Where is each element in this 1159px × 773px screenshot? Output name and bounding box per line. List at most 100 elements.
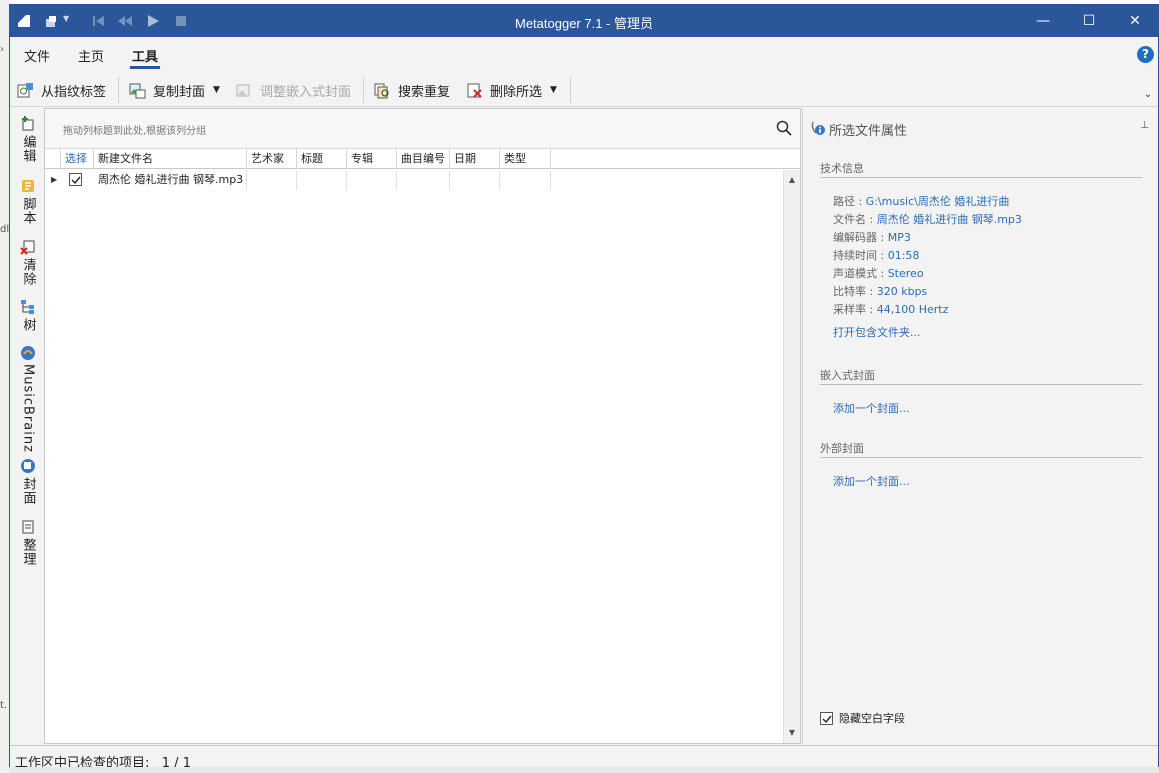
open-containing-folder-link[interactable]: 打开包含文件夹... — [833, 324, 921, 340]
side-tab-script[interactable]: 脚本 — [17, 178, 39, 225]
tag-from-fingerprint-label: 从指纹标签 — [41, 84, 107, 100]
column-header-track-number[interactable]: 曲目编号 — [397, 149, 450, 169]
organize-icon — [22, 520, 34, 534]
window-title: Metatogger 7.1 - 管理员 — [515, 16, 653, 31]
background-window-edge — [9, 767, 1159, 773]
prop-path-value: G:\music\周杰伦 婚礼进行曲 — [865, 195, 1010, 208]
cell-title — [297, 170, 347, 190]
side-tab-organize[interactable]: 整理 — [17, 519, 39, 566]
background-glyph: dl — [0, 224, 10, 235]
collapse-ribbon-icon[interactable]: ⌄ — [1144, 89, 1152, 100]
file-info-icon — [811, 121, 825, 135]
add-embedded-cover-link[interactable]: 添加一个封面... — [833, 400, 910, 416]
prop-path: 路径 : G:\music\周杰伦 婚礼进行曲 — [833, 193, 1009, 209]
column-header-new-filename[interactable]: 新建文件名 — [94, 149, 247, 169]
close-button[interactable]: ✕ — [1112, 5, 1158, 37]
cell-genre — [500, 170, 551, 190]
table-row[interactable]: ▶ 周杰伦 婚礼进行曲 钢琴.mp3 — [45, 170, 782, 190]
prop-channel-mode-label: 声道模式 : — [833, 267, 888, 280]
tab-home[interactable]: 主页 — [78, 46, 104, 65]
prop-channel-mode-value: Stereo — [887, 267, 924, 280]
column-header-genre[interactable]: 类型 — [500, 149, 551, 169]
fingerprint-tag-icon — [17, 82, 33, 97]
column-header-select[interactable]: 选择 — [61, 149, 94, 169]
side-tab-clear[interactable]: 清除 — [17, 239, 39, 286]
prop-duration-value: 01:58 — [887, 249, 920, 262]
section-divider — [820, 457, 1142, 458]
vertical-scrollbar[interactable]: ▲ ▼ — [783, 170, 800, 743]
adjust-embedded-cover-label: 调整嵌入式封面 — [260, 84, 352, 100]
copy-cover-label: 复制封面 — [153, 84, 206, 100]
side-tab-edit-label: 编辑 — [20, 135, 36, 163]
side-tab-musicbrainz[interactable]: MusicBrainz — [17, 345, 39, 453]
side-tab-edit[interactable]: 编辑 — [17, 116, 39, 163]
cell-album — [347, 170, 397, 190]
search-duplicates-button[interactable]: 搜索重复 — [374, 80, 450, 100]
delete-selected-button[interactable]: 删除所选 ▼ — [466, 80, 557, 100]
title-bar: ▼ Metatogger 7.1 - 管理员 — ☐ ✕ — [10, 5, 1158, 37]
group-by-panel[interactable]: 拖动列标题到此处,根据该列分组 — [45, 109, 800, 149]
cell-new-filename: 周杰伦 婚礼进行曲 钢琴.mp3 — [94, 170, 247, 190]
prop-bitrate-value: 320 kbps — [876, 285, 928, 298]
hide-empty-fields-checkbox[interactable] — [820, 711, 833, 725]
column-header-title[interactable]: 标题 — [297, 149, 347, 169]
maximize-button[interactable]: ☐ — [1066, 5, 1112, 37]
section-divider — [820, 177, 1142, 178]
delete-selected-dropdown-icon[interactable]: ▼ — [550, 85, 557, 95]
hide-empty-fields-toggle[interactable]: 隐藏空白字段 — [820, 710, 905, 726]
search-icon[interactable] — [776, 120, 792, 136]
toolbar-separator — [570, 77, 571, 103]
prop-duration: 持续时间 : 01:58 — [833, 247, 919, 263]
background-glyph: t. — [0, 700, 8, 711]
copy-cover-icon — [129, 83, 146, 98]
add-external-cover-link[interactable]: 添加一个封面... — [833, 473, 910, 489]
cell-track-number — [397, 170, 450, 190]
prop-channel-mode: 声道模式 : Stereo — [833, 265, 924, 281]
help-icon[interactable]: ? — [1137, 46, 1154, 63]
scroll-up-icon[interactable]: ▲ — [784, 172, 800, 188]
toolbar-separator — [118, 77, 119, 103]
tag-from-fingerprint-button[interactable]: 从指纹标签 — [17, 80, 106, 100]
prop-codec-label: 编解码器 : — [833, 231, 888, 244]
properties-panel: 所选文件属性 ⊥ 技术信息 路径 : G:\music\周杰伦 婚礼进行曲 文件… — [802, 108, 1158, 744]
checkmark-icon — [822, 715, 832, 723]
prop-filename-label: 文件名 : — [833, 213, 877, 226]
scroll-track[interactable] — [787, 188, 797, 723]
tab-tools[interactable]: 工具 — [132, 46, 158, 65]
pin-icon[interactable]: ⊥ — [1140, 120, 1149, 131]
ribbon-tabs: 文件 主页 工具 ? — [10, 37, 1158, 71]
delete-selected-label: 删除所选 — [490, 84, 543, 100]
cell-artist — [247, 170, 297, 190]
tag-clear-icon — [20, 240, 35, 255]
row-expand-icon[interactable]: ▶ — [51, 175, 57, 184]
search-duplicates-label: 搜索重复 — [398, 84, 451, 100]
cover-icon — [21, 459, 35, 473]
toolbar-separator — [363, 77, 364, 103]
column-header-date[interactable]: 日期 — [450, 149, 500, 169]
panel-title: 所选文件属性 — [829, 124, 908, 139]
checkmark-icon — [71, 176, 81, 185]
delete-selected-icon — [467, 83, 482, 98]
column-header-artist[interactable]: 艺术家 — [247, 149, 297, 169]
row-select-checkbox[interactable] — [69, 173, 82, 186]
app-window: ▼ Metatogger 7.1 - 管理员 — ☐ ✕ 文件 主页 工具 ? — [9, 4, 1159, 773]
side-tab-cover[interactable]: 封面 — [17, 458, 39, 505]
prop-path-label: 路径 : — [833, 195, 866, 208]
side-tab-tree[interactable]: 树 — [17, 299, 39, 332]
column-header-album[interactable]: 专辑 — [347, 149, 397, 169]
minimize-button[interactable]: — — [1020, 5, 1066, 37]
adjust-embedded-cover-button[interactable]: 调整嵌入式封面 — [236, 80, 351, 100]
side-tab-organize-label: 整理 — [20, 538, 36, 566]
section-header-technical: 技术信息 — [820, 162, 864, 175]
side-tab-clear-label: 清除 — [20, 258, 36, 286]
side-tab-script-label: 脚本 — [20, 197, 36, 225]
prop-duration-label: 持续时间 : — [833, 249, 888, 262]
copy-cover-button[interactable]: 复制封面 ▼ — [129, 80, 220, 100]
scroll-down-icon[interactable]: ▼ — [784, 725, 800, 741]
tab-file[interactable]: 文件 — [24, 46, 50, 65]
search-duplicates-icon — [374, 83, 389, 98]
ribbon-toolbar: 从指纹标签 复制封面 ▼ 调整嵌入式封面 搜索重复 删除所选 ▼ ⌄ — [10, 71, 1158, 107]
active-tab-indicator — [130, 66, 160, 69]
copy-cover-dropdown-icon[interactable]: ▼ — [213, 85, 220, 95]
tree-icon — [21, 300, 34, 314]
